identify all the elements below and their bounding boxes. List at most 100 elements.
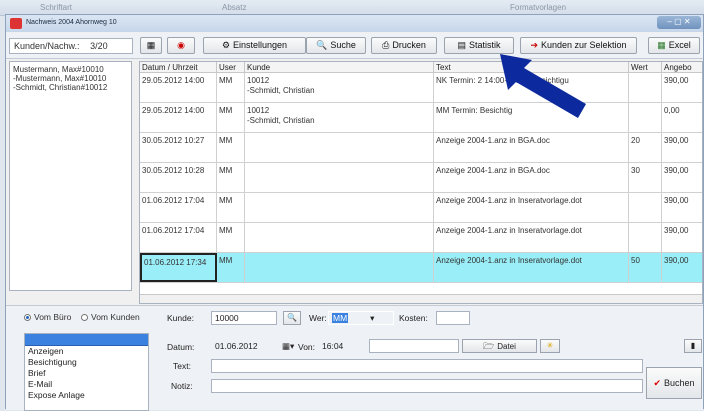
cell-user: MM xyxy=(217,73,245,102)
customers-to-selection-label: Kunden zur Selektion xyxy=(540,40,627,50)
cell-customer xyxy=(245,253,434,282)
cell-offer: 390,00 xyxy=(662,133,702,162)
cell-user: MM xyxy=(217,103,245,132)
cell-customer-name: -Schmidt, Christian xyxy=(247,116,315,125)
record-icon: ◉ xyxy=(177,40,185,50)
book-button-label: Buchen xyxy=(664,378,695,388)
customer-list-item[interactable]: -Schmidt, Christian#10012 xyxy=(13,83,128,92)
cost-input[interactable] xyxy=(436,311,470,325)
text-input[interactable] xyxy=(211,359,643,373)
table-row[interactable]: 29.05.2012 14:00 MM 10012 -Schmidt, Chris… xyxy=(140,73,702,103)
cell-value xyxy=(629,103,662,132)
customer-list[interactable]: Mustermann, Max#10010 -Mustermann, Max#1… xyxy=(9,61,132,291)
window-controls[interactable]: – ▢ ✕ xyxy=(657,16,701,29)
table-row-selected[interactable]: 01.06.2012 17:34 MM Anzeige 2004-1.anz i… xyxy=(140,253,702,283)
file-button[interactable]: 🗁 Datei xyxy=(462,339,537,353)
print-button[interactable]: ⎙ Drucken xyxy=(371,37,437,54)
search-button[interactable]: 🔍 Suche xyxy=(306,37,366,54)
list-item[interactable]: Besichtigung xyxy=(25,357,148,368)
radio-selected-icon xyxy=(24,314,31,321)
ribbon-font-group: Schriftart xyxy=(40,3,73,12)
cell-date[interactable]: 01.06.2012 17:34 xyxy=(140,253,217,282)
cell-user: MM xyxy=(217,253,245,282)
cell-customer: 10012 -Schmidt, Christian xyxy=(245,103,434,132)
table-row[interactable]: 01.06.2012 17:04 MM Anzeige 2004-1.anz i… xyxy=(140,223,702,253)
cell-date: 29.05.2012 14:00 xyxy=(140,103,217,132)
cell-text: Anzeige 2004-1.anz in Inseratvorlage.dot xyxy=(434,253,629,282)
radio-from-office-label: Vom Büro xyxy=(34,312,72,322)
horizontal-scrollbar[interactable] xyxy=(140,294,702,303)
cell-value xyxy=(629,223,662,252)
customer-input[interactable]: 10000 xyxy=(211,311,277,325)
app-window: Nachweis 2004 Ahornweg 10 – ▢ ✕ Kunden/N… xyxy=(5,14,704,411)
app-icon xyxy=(10,18,22,29)
cell-user: MM xyxy=(217,223,245,252)
cell-date: 30.05.2012 10:27 xyxy=(140,133,217,162)
title-bar: Nachweis 2004 Ahornweg 10 – ▢ ✕ xyxy=(6,15,703,32)
customer-list-item[interactable]: -Mustermann, Max#10010 xyxy=(13,74,128,83)
statistics-button[interactable]: ▤ Statistik xyxy=(444,37,514,54)
list-item[interactable]: Expose Anlage xyxy=(25,390,148,401)
chevron-down-icon: ▾ xyxy=(370,313,375,323)
customer-search-button[interactable]: 🔍 xyxy=(283,311,301,325)
calendar-dropdown-icon[interactable]: ▦▾ xyxy=(282,341,294,352)
list-item-selected[interactable] xyxy=(25,334,148,346)
customer-label: Kunde: xyxy=(167,313,194,323)
who-select[interactable]: MM ▾ xyxy=(328,311,394,325)
cell-text: Anzeige 2004-1.anz in BGA.doc xyxy=(434,133,629,162)
cell-customer xyxy=(245,133,434,162)
search-label: Suche xyxy=(330,40,356,50)
radio-empty-icon xyxy=(81,314,88,321)
customers-to-selection-button[interactable]: ➔ Kunden zur Selektion xyxy=(520,37,637,54)
table-row[interactable]: 30.05.2012 10:27 MM Anzeige 2004-1.anz i… xyxy=(140,133,702,163)
grid-view-button[interactable]: ▦ xyxy=(140,37,162,54)
list-item[interactable]: Anzeigen xyxy=(25,346,148,357)
cell-value: 20 xyxy=(629,133,662,162)
cell-text: Anzeige 2004-1.anz in BGA.doc xyxy=(434,163,629,192)
col-value[interactable]: Wert xyxy=(629,62,662,73)
date-input[interactable]: 01.06.2012 xyxy=(211,339,271,353)
new-entry-button[interactable]: ✳ xyxy=(540,339,560,353)
table-row[interactable]: 29.05.2012 14:00 MM 10012 -Schmidt, Chris… xyxy=(140,103,702,133)
record-button[interactable]: ◉ xyxy=(167,37,195,54)
excel-button[interactable]: ▦ Excel xyxy=(648,37,700,54)
cell-text: Anzeige 2004-1.anz in Inseratvorlage.dot xyxy=(434,193,629,222)
book-button[interactable]: ✔ Buchen xyxy=(646,367,702,399)
ribbon-paragraph-group: Absatz xyxy=(222,3,247,12)
cell-user: MM xyxy=(217,163,245,192)
col-offer[interactable]: Angebo xyxy=(662,62,702,73)
statistics-icon: ▤ xyxy=(457,40,466,50)
cell-offer: 0,00 xyxy=(662,103,702,132)
customer-count-value: 3/20 xyxy=(90,41,108,51)
cell-customer-name: -Schmidt, Christian xyxy=(247,86,315,95)
sparkle-icon: ✳ xyxy=(546,341,554,350)
col-customer[interactable]: Kunde xyxy=(245,62,434,73)
customer-list-item[interactable]: Mustermann, Max#10010 xyxy=(13,65,128,74)
cell-offer: 390,00 xyxy=(662,163,702,192)
note-input[interactable] xyxy=(211,379,643,393)
cell-offer: 390,00 xyxy=(662,73,702,102)
entry-type-list[interactable]: Anzeigen Besichtigung Brief E-Mail Expos… xyxy=(24,333,149,411)
who-label: Wer: xyxy=(309,313,327,323)
cell-customer xyxy=(245,223,434,252)
list-item[interactable]: E-Mail xyxy=(25,379,148,390)
excel-icon: ▦ xyxy=(657,40,666,50)
list-item[interactable]: Brief xyxy=(25,368,148,379)
radio-from-office[interactable]: Vom Büro xyxy=(24,312,71,322)
from-time-input[interactable]: 16:04 xyxy=(318,339,366,353)
table-row[interactable]: 01.06.2012 17:04 MM Anzeige 2004-1.anz i… xyxy=(140,193,702,223)
cell-value xyxy=(629,193,662,222)
cell-date: 01.06.2012 17:04 xyxy=(140,223,217,252)
col-date[interactable]: Datum / Uhrzeit xyxy=(140,62,217,73)
table-row[interactable]: 30.05.2012 10:28 MM Anzeige 2004-1.anz i… xyxy=(140,163,702,193)
ribbon-styles-group: Formatvorlagen xyxy=(510,3,567,12)
to-time-input[interactable] xyxy=(369,339,459,353)
radio-from-customer[interactable]: Vom Kunden xyxy=(81,312,140,322)
from-time-label: Von: xyxy=(298,342,316,352)
settings-button[interactable]: ⚙ Einstellungen xyxy=(203,37,306,54)
col-user[interactable]: User xyxy=(217,62,245,73)
settings-label: Einstellungen xyxy=(233,40,288,50)
col-text[interactable]: Text xyxy=(434,62,629,73)
delete-button[interactable]: ▮ xyxy=(684,339,702,353)
cell-customer: 10012 -Schmidt, Christian xyxy=(245,73,434,102)
